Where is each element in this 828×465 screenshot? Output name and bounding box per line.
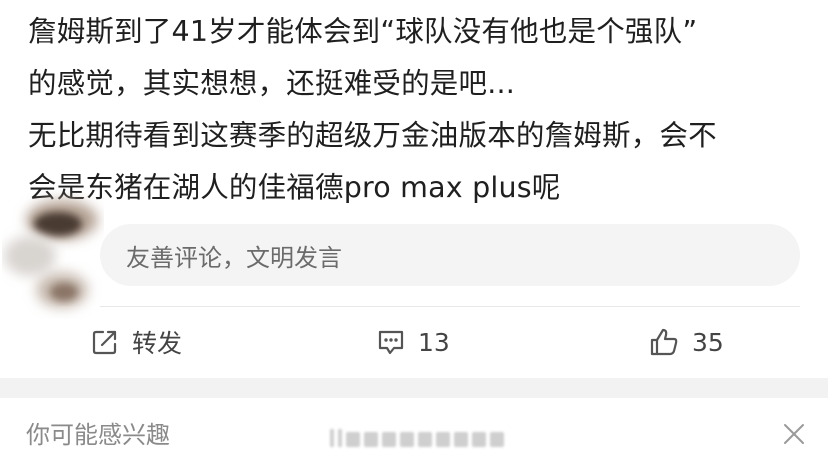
comment-input[interactable]: 友善评论，文明发言 bbox=[100, 224, 800, 286]
recommend-title: 你可能感兴趣 bbox=[26, 421, 170, 449]
blurred-user-handle bbox=[330, 429, 504, 447]
like-count: 35 bbox=[692, 327, 724, 357]
close-button[interactable] bbox=[782, 422, 806, 446]
comment-bubble-icon bbox=[376, 327, 406, 357]
post-line-1: 詹姆斯到了41岁才能体会到“球队没有他也是个强队” bbox=[28, 15, 698, 48]
recommended-user-name[interactable] bbox=[328, 426, 512, 450]
thumbs-up-icon bbox=[648, 326, 680, 358]
post-line-2: 的感觉，其实想想，还挺难受的是吧... bbox=[28, 67, 515, 100]
section-separator bbox=[0, 378, 828, 398]
repost-button[interactable]: 转发 bbox=[90, 322, 182, 362]
like-button[interactable]: 35 bbox=[648, 322, 724, 362]
post-line-4: 会是东猪在湖人的佳福德pro max plus呢 bbox=[28, 171, 561, 204]
post-line-3: 无比期待看到这赛季的超级万金油版本的詹姆斯，会不 bbox=[28, 119, 717, 152]
post-body: 詹姆斯到了41岁才能体会到“球队没有他也是个强队” 的感觉，其实想想，还挺难受的… bbox=[28, 6, 818, 214]
close-icon bbox=[782, 422, 806, 446]
avatar[interactable] bbox=[2, 190, 104, 320]
weibo-post-page: 詹姆斯到了41岁才能体会到“球队没有他也是个强队” 的感觉，其实想想，还挺难受的… bbox=[0, 0, 828, 465]
avatar-image bbox=[4, 200, 98, 308]
comment-button[interactable]: 13 bbox=[376, 322, 450, 362]
divider bbox=[100, 306, 800, 307]
repost-label: 转发 bbox=[132, 329, 183, 358]
comment-count: 13 bbox=[418, 327, 450, 357]
comment-placeholder: 友善评论，文明发言 bbox=[126, 243, 342, 272]
edit-share-icon bbox=[90, 327, 120, 357]
